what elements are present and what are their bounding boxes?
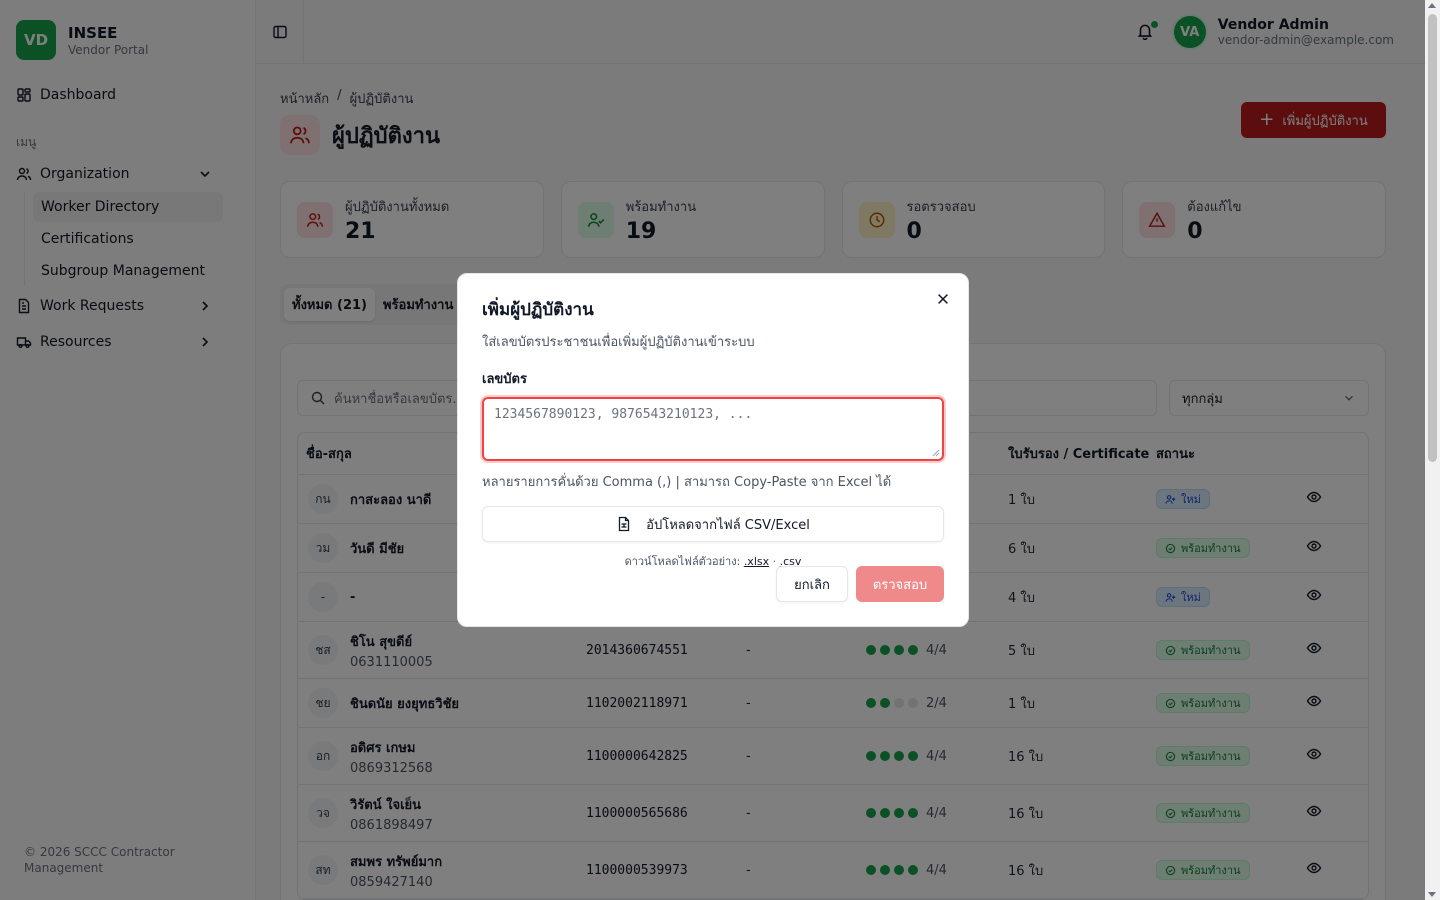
id-card-textarea[interactable]: 1234567890123, 9876543210123, ... bbox=[482, 397, 944, 461]
verify-button[interactable]: ตรวจสอบ bbox=[856, 566, 944, 602]
scroll-up-arrow-icon[interactable] bbox=[1428, 3, 1436, 8]
download-xlsx-link[interactable]: .xlsx bbox=[744, 555, 769, 568]
page-scrollbar[interactable] bbox=[1425, 0, 1440, 900]
scroll-down-arrow-icon[interactable] bbox=[1428, 892, 1436, 897]
textarea-placeholder: 1234567890123, 9876543210123, ... bbox=[494, 407, 753, 422]
cancel-button[interactable]: ยกเลิก bbox=[776, 566, 848, 602]
file-spreadsheet-icon bbox=[619, 516, 630, 532]
download-prefix: ดาวน์โหลดไฟล์ตัวอย่าง: bbox=[624, 555, 741, 568]
close-icon bbox=[938, 294, 948, 304]
dialog-actions: ยกเลิก ตรวจสอบ bbox=[776, 566, 944, 602]
textarea-hint: หลายรายการคั่นด้วย Comma (,) | สามารถ Co… bbox=[482, 475, 892, 490]
close-button[interactable] bbox=[934, 290, 952, 308]
dialog-title: เพิ่มผู้ปฏิบัติงาน bbox=[482, 300, 594, 320]
dialog-description: ใส่เลขบัตรประชาชนเพื่อเพิ่มผู้ปฏิบัติงาน… bbox=[482, 335, 755, 350]
scroll-thumb[interactable] bbox=[1428, 14, 1437, 462]
upload-label: อัปโหลดจากไฟล์ CSV/Excel bbox=[646, 517, 810, 533]
upload-file-button[interactable]: อัปโหลดจากไฟล์ CSV/Excel bbox=[482, 506, 944, 542]
add-worker-dialog: เพิ่มผู้ปฏิบัติงาน ใส่เลขบัตรประชาชนเพื่… bbox=[457, 273, 969, 627]
id-field-label: เลขบัตร bbox=[482, 372, 527, 387]
resize-handle-icon[interactable] bbox=[932, 449, 940, 457]
